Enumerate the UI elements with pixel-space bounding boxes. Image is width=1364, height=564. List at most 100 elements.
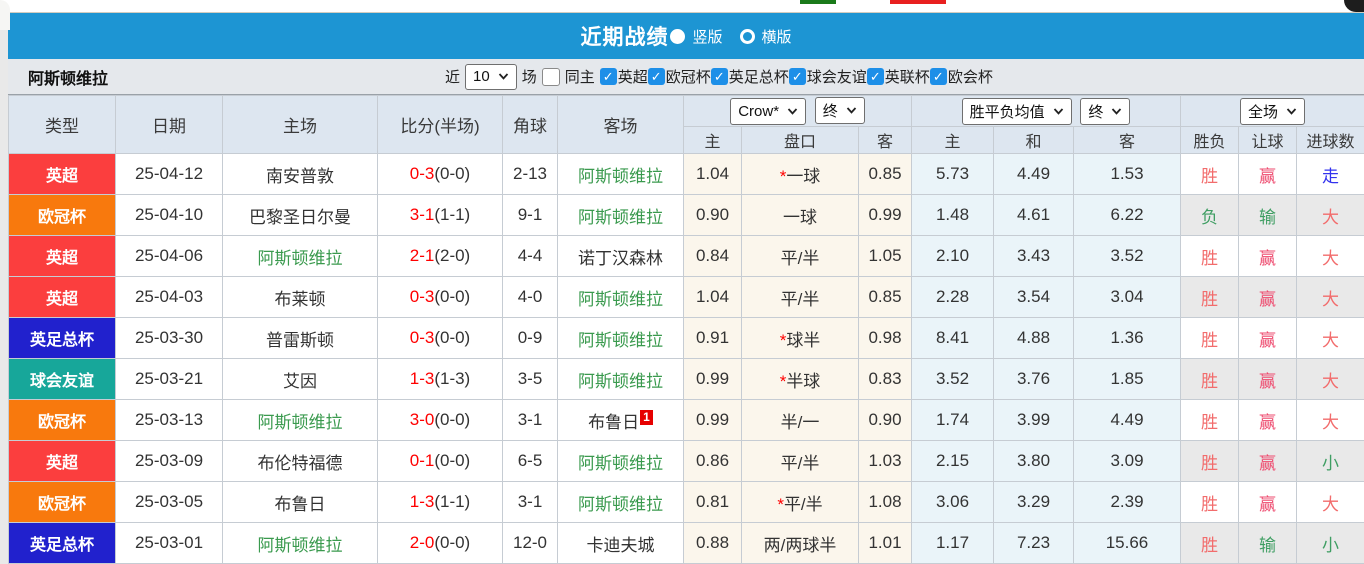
- handicap-line: 平/半: [742, 441, 859, 482]
- col-header-odds-home: 主: [684, 127, 742, 154]
- mean-draw: 4.88: [994, 318, 1074, 359]
- score-cell: 0-1(0-0): [378, 441, 503, 482]
- handicap-line: 平/半: [742, 277, 859, 318]
- corners-cell: 6-5: [503, 441, 558, 482]
- result-cell: 胜: [1181, 236, 1239, 277]
- home-team: 阿斯顿维拉: [223, 400, 378, 441]
- handicap-line: 平/半: [742, 236, 859, 277]
- radio-horizontal-label[interactable]: 横版: [762, 26, 792, 47]
- same-home-checkbox[interactable]: [542, 68, 560, 86]
- scope-value: 全场: [1248, 101, 1278, 122]
- matches-label: 场: [522, 66, 537, 87]
- checked-checkbox-icon[interactable]: ✓: [648, 68, 665, 85]
- odds-time-select[interactable]: 终: [815, 97, 865, 124]
- recent-label: 近: [445, 66, 460, 87]
- mean-away: 2.39: [1074, 482, 1181, 523]
- match-row: 英超25-04-06阿斯顿维拉2-1(2-0)4-4诺丁汉森林0.84平/半1.…: [9, 236, 1364, 277]
- away-team: 阿斯顿维拉: [558, 154, 684, 195]
- away-team-name: 阿斯顿维拉: [578, 454, 663, 473]
- score-cell: 1-3(1-1): [378, 482, 503, 523]
- score-cell: 1-3(1-3): [378, 359, 503, 400]
- match-row: 欧冠杯25-04-10巴黎圣日尔曼3-1(1-1)9-1阿斯顿维拉0.90一球0…: [9, 195, 1364, 236]
- bookmaker-value: Crow*: [738, 103, 779, 120]
- handicap-result-cell: 赢: [1239, 400, 1297, 441]
- league-type-badge: 欧冠杯: [9, 195, 116, 236]
- checked-checkbox-icon[interactable]: ✓: [930, 68, 947, 85]
- score-cell: 2-1(2-0): [378, 236, 503, 277]
- league-filter-item: ✓英联杯: [867, 66, 930, 87]
- mean-type-select[interactable]: 胜平负均值: [962, 98, 1072, 125]
- handicap-result-cell: 赢: [1239, 154, 1297, 195]
- league-checkbox-list: ✓英超✓欧冠杯✓英足总杯✓球会友谊✓英联杯✓欧会杯: [600, 66, 993, 87]
- handicap-line: 半/一: [742, 400, 859, 441]
- title-bar: 近期战绩 竖版 横版: [8, 13, 1364, 59]
- recent-count-select[interactable]: 10: [465, 64, 517, 90]
- mean-home: 3.52: [912, 359, 994, 400]
- radio-unselected-icon[interactable]: [740, 29, 755, 44]
- match-date: 25-04-12: [116, 154, 223, 195]
- home-team: 南安普敦: [223, 154, 378, 195]
- odds-away: 0.83: [859, 359, 912, 400]
- odds-home: 0.81: [684, 482, 742, 523]
- away-team-name: 布鲁日: [588, 413, 639, 432]
- match-date: 25-03-30: [116, 318, 223, 359]
- mean-away: 3.52: [1074, 236, 1181, 277]
- mean-draw: 3.76: [994, 359, 1074, 400]
- match-date: 25-03-21: [116, 359, 223, 400]
- goals-result-cell: 大: [1297, 318, 1364, 359]
- checked-checkbox-icon[interactable]: ✓: [789, 68, 806, 85]
- halftime-score: (0-0): [434, 451, 470, 470]
- mean-home: 2.15: [912, 441, 994, 482]
- corners-cell: 9-1: [503, 195, 558, 236]
- goals-result-cell: 大: [1297, 400, 1364, 441]
- mean-home: 5.73: [912, 154, 994, 195]
- league-filter-item: ✓球会友谊: [789, 66, 867, 87]
- mean-time-select[interactable]: 终: [1080, 98, 1130, 125]
- col-header-result: 胜负: [1181, 127, 1239, 154]
- goals-result-cell: 大: [1297, 277, 1364, 318]
- halftime-score: (0-0): [434, 410, 470, 429]
- home-team-name: 艾因: [283, 372, 317, 391]
- chevron-down-icon: [1111, 108, 1122, 115]
- checked-checkbox-icon[interactable]: ✓: [711, 68, 728, 85]
- bookmaker-select[interactable]: Crow*: [730, 98, 806, 125]
- match-date: 25-03-05: [116, 482, 223, 523]
- mean-home: 1.48: [912, 195, 994, 236]
- odds-away: 0.90: [859, 400, 912, 441]
- halftime-score: (1-1): [434, 205, 470, 224]
- fulltime-score: 0-1: [410, 451, 435, 470]
- checked-checkbox-icon[interactable]: ✓: [600, 68, 617, 85]
- mean-draw: 7.23: [994, 523, 1074, 564]
- handicap-star: *: [777, 495, 784, 514]
- result-cell: 胜: [1181, 359, 1239, 400]
- corners-cell: 3-5: [503, 359, 558, 400]
- odds-time-value: 终: [823, 100, 838, 121]
- halftime-score: (0-0): [434, 533, 470, 552]
- odds-away: 0.85: [859, 154, 912, 195]
- match-row: 英足总杯25-03-30普雷斯顿0-3(0-0)0-9阿斯顿维拉0.91*球半0…: [9, 318, 1364, 359]
- radio-vertical-label[interactable]: 竖版: [692, 26, 722, 47]
- league-type-badge: 英超: [9, 441, 116, 482]
- odds-group-header: Crow* 终: [684, 96, 912, 127]
- radio-selected-icon[interactable]: [670, 29, 685, 44]
- home-team: 阿斯顿维拉: [223, 236, 378, 277]
- odds-away: 0.85: [859, 277, 912, 318]
- col-header-odds-away: 客: [859, 127, 912, 154]
- clipped-top-strip: [0, 0, 1364, 13]
- mean-away: 1.85: [1074, 359, 1181, 400]
- home-team-name: 布莱顿: [275, 290, 326, 309]
- mean-draw: 3.54: [994, 277, 1074, 318]
- away-team: 布鲁日1: [558, 400, 684, 441]
- scope-select[interactable]: 全场: [1240, 98, 1305, 125]
- checked-checkbox-icon[interactable]: ✓: [867, 68, 884, 85]
- goals-result-cell: 大: [1297, 482, 1364, 523]
- result-cell: 胜: [1181, 523, 1239, 564]
- match-date: 25-04-10: [116, 195, 223, 236]
- col-header-mean-away: 客: [1074, 127, 1181, 154]
- league-type-badge: 球会友谊: [9, 359, 116, 400]
- goals-result-cell: 小: [1297, 523, 1364, 564]
- rounded-corner: [1344, 0, 1364, 12]
- col-header-corner: 角球: [503, 96, 558, 154]
- home-team: 巴黎圣日尔曼: [223, 195, 378, 236]
- away-team: 卡迪夫城: [558, 523, 684, 564]
